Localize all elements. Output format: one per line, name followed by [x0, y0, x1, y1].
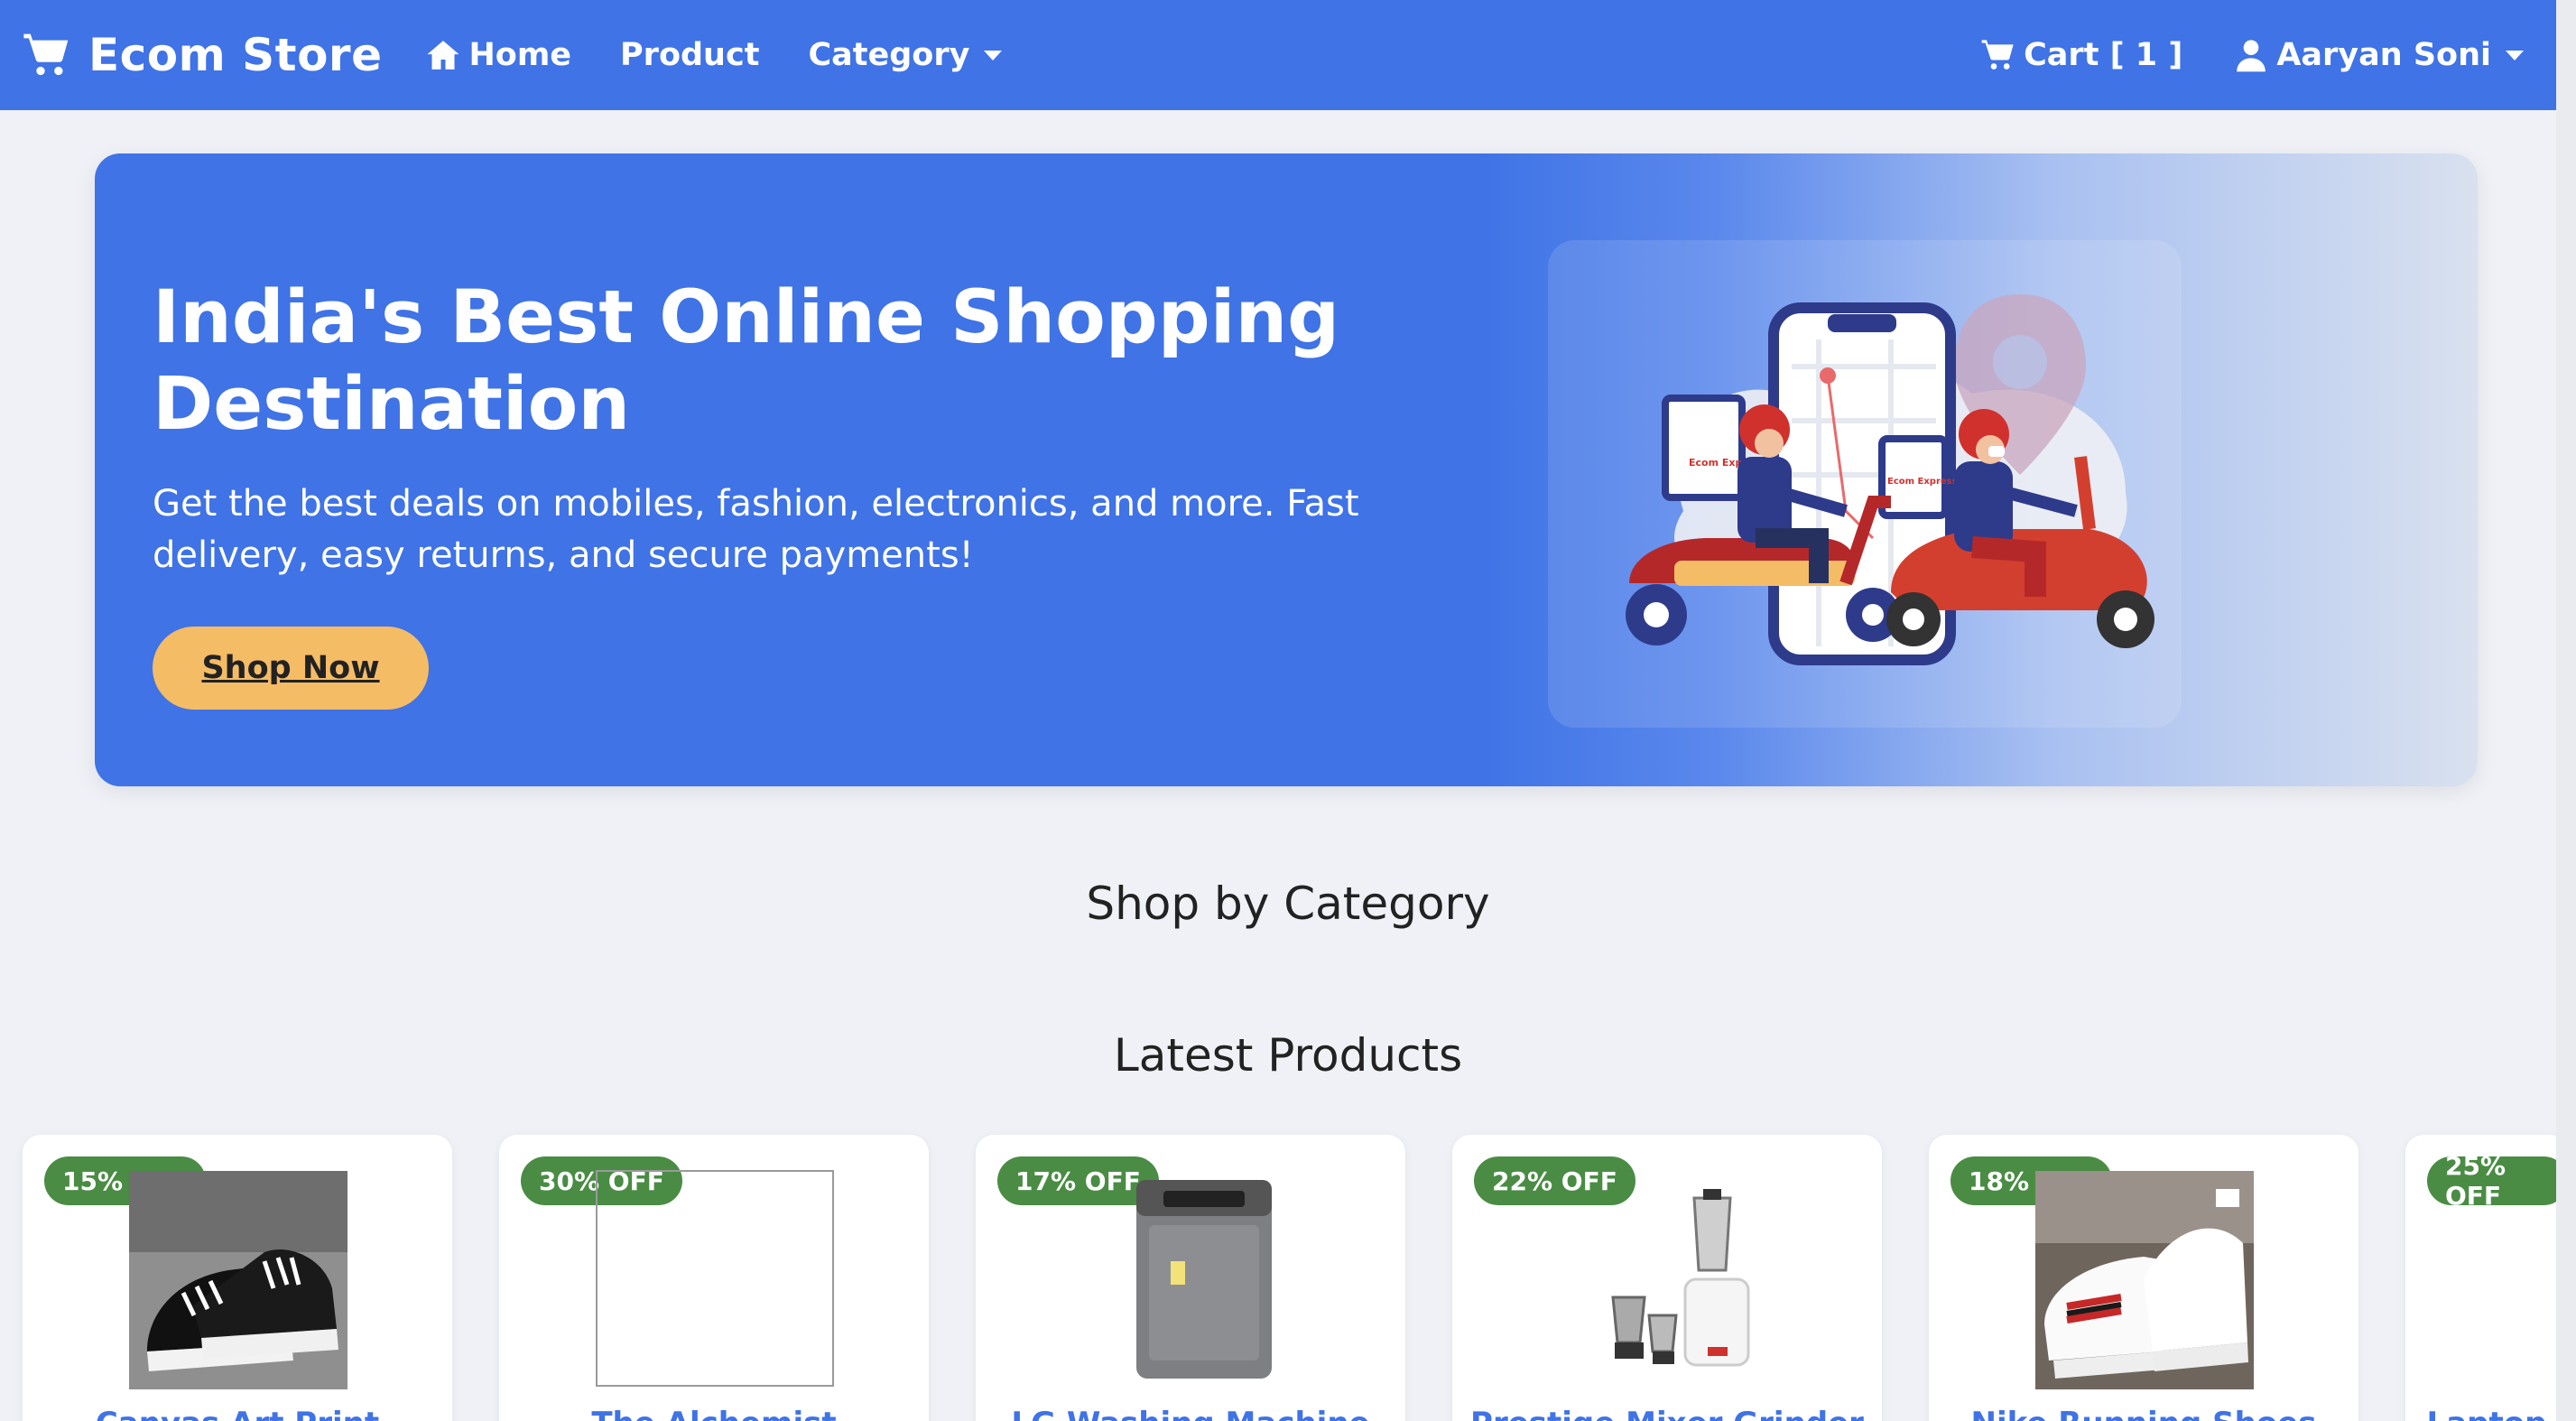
shop-by-category-heading: Shop by Category: [1086, 878, 1490, 930]
page-scrollbar[interactable]: [2556, 0, 2576, 1421]
delivery-box-label: Ecom Express: [1887, 477, 1958, 487]
cart-icon: [23, 33, 69, 76]
nav-category-label: Category: [808, 37, 970, 73]
discount-badge: 25% OFF: [2427, 1151, 2568, 1211]
nav-product-link[interactable]: Product: [620, 37, 759, 73]
top-navbar: Ecom Store Home Product Category Cart [ …: [0, 0, 2576, 110]
product-name[interactable]: Nike Running Shoes: [1929, 1406, 2358, 1421]
shop-now-button[interactable]: Shop Now: [153, 627, 429, 710]
product-image[interactable]: [2035, 1171, 2254, 1389]
product-name[interactable]: Laptop: [2405, 1406, 2568, 1421]
product-image[interactable]: [129, 1171, 347, 1389]
product-image[interactable]: [596, 1170, 834, 1387]
user-icon: [2237, 40, 2266, 72]
latest-products-heading: Latest Products: [1113, 1029, 1463, 1082]
nav-product-label: Product: [620, 37, 760, 73]
product-image[interactable]: [1559, 1171, 1777, 1389]
nav-user-label: Aaryan Soni: [2276, 37, 2491, 73]
product-card[interactable]: 22% OFF Prestige Mixer Grinder: [1452, 1135, 1882, 1421]
brand-logo[interactable]: Ecom Store: [22, 29, 382, 81]
delivery-illustration: Ecom Express Ecom Express: [1548, 240, 2182, 728]
nav-right-group: Cart [ 1 ] Aaryan Soni: [1980, 37, 2554, 73]
cart-icon: [1981, 40, 2014, 70]
nav-user-dropdown[interactable]: Aaryan Soni: [2233, 37, 2524, 73]
brand-name: Ecom Store: [88, 29, 383, 81]
product-name[interactable]: Canvas Art Print: [23, 1406, 452, 1421]
hero-banner: India's Best Online Shopping Destination…: [95, 153, 2478, 786]
product-name[interactable]: LG Washing Machine: [976, 1406, 1405, 1421]
product-image[interactable]: [1082, 1171, 1301, 1389]
hero-title: India's Best Online Shopping Destination: [153, 275, 1340, 447]
product-name[interactable]: Prestige Mixer Grinder: [1452, 1406, 1882, 1421]
nav-cart-label: Cart [ 1 ]: [2024, 37, 2183, 73]
product-card[interactable]: 25% OFF Laptop: [2405, 1135, 2568, 1421]
nav-home-link[interactable]: Home: [425, 37, 571, 73]
hero-subtitle: Get the best deals on mobiles, fashion, …: [153, 483, 1359, 576]
nav-cart-link[interactable]: Cart [ 1 ]: [1980, 37, 2182, 73]
product-card[interactable]: 18% OFF Nike Running Shoes: [1929, 1135, 2358, 1421]
nav-home-label: Home: [468, 37, 572, 73]
product-card[interactable]: 17% OFF LG Washing Machine: [976, 1135, 1405, 1421]
product-card[interactable]: 30% OFF The Alchemist: [499, 1135, 929, 1421]
chevron-down-icon: [2506, 50, 2524, 60]
chevron-down-icon: [984, 50, 1003, 60]
product-name[interactable]: The Alchemist: [499, 1406, 929, 1421]
product-card[interactable]: 15% OFF Canvas Art Print: [23, 1135, 452, 1421]
home-icon: [427, 41, 459, 70]
nav-category-dropdown[interactable]: Category: [808, 37, 1003, 73]
